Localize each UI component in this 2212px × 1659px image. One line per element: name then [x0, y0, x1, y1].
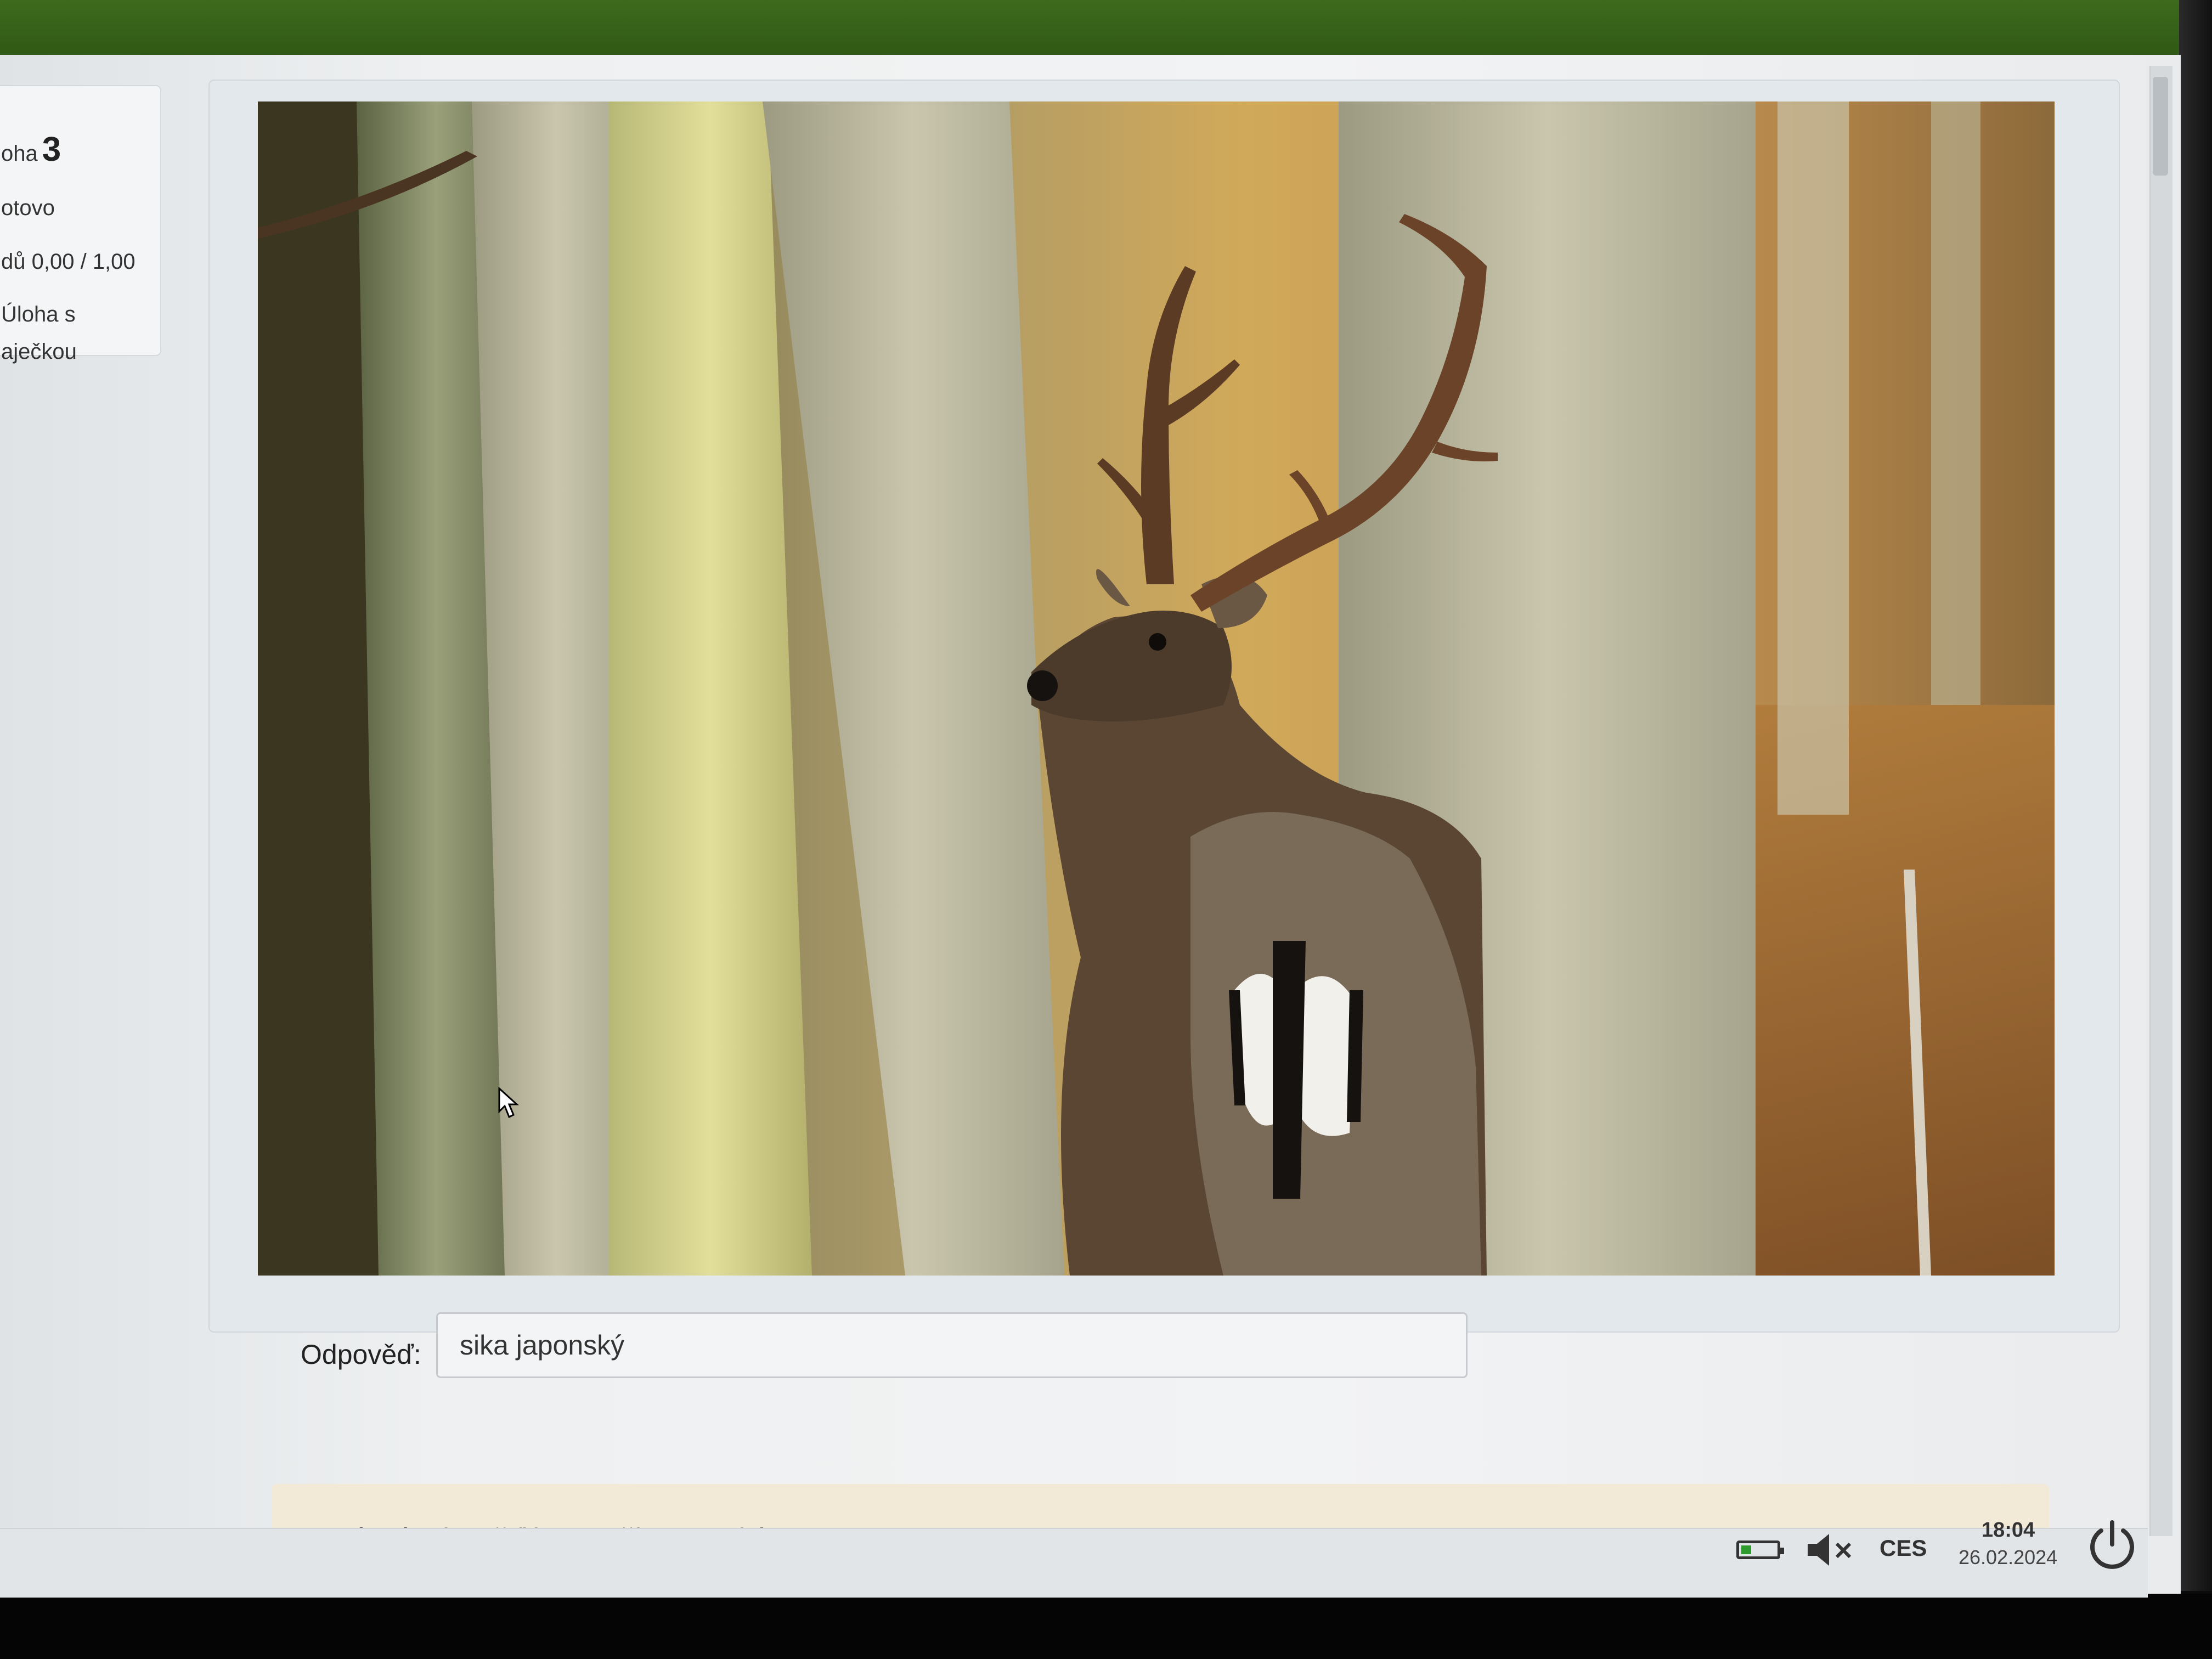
- battery-terminal: [1780, 1548, 1784, 1554]
- answer-label: Odpověď:: [301, 1339, 421, 1370]
- background-wall: [0, 0, 2212, 60]
- question-points: dů 0,00 / 1,00: [1, 250, 136, 274]
- question-type-line-1: Úloha s: [1, 302, 76, 326]
- question-prefix: oha: [1, 142, 38, 166]
- question-image: [258, 101, 2055, 1276]
- question-type-line-2: aječkou: [1, 340, 77, 364]
- battery-icon[interactable]: [1736, 1541, 1784, 1559]
- question-number: 3: [42, 131, 61, 168]
- page-scrollbar[interactable]: [2149, 66, 2172, 1536]
- scrollbar-thumb[interactable]: [2153, 77, 2168, 176]
- language-indicator[interactable]: CES: [1880, 1535, 1927, 1561]
- volume-muted-icon[interactable]: [1805, 1531, 1857, 1569]
- clock-date: 26.02.2024: [1959, 1546, 2058, 1568]
- clock-time: 18:04: [1982, 1519, 2035, 1542]
- monitor-bottom-bezel: [0, 1594, 2212, 1659]
- answer-value: sika japonský: [460, 1330, 625, 1361]
- power-icon[interactable]: [2085, 1517, 2140, 1572]
- answer-input[interactable]: sika japonský: [436, 1312, 1468, 1378]
- question-heading: oha 3: [1, 133, 61, 167]
- mouse-cursor-icon: [498, 1087, 519, 1119]
- deer-photo: [258, 101, 2055, 1276]
- battery-level: [1741, 1545, 1751, 1554]
- question-info-panel: oha 3 otovo dů 0,00 / 1,00 Úloha s aječko…: [0, 85, 161, 364]
- question-state: otovo: [1, 196, 55, 220]
- monitor-bezel: [2179, 0, 2212, 1591]
